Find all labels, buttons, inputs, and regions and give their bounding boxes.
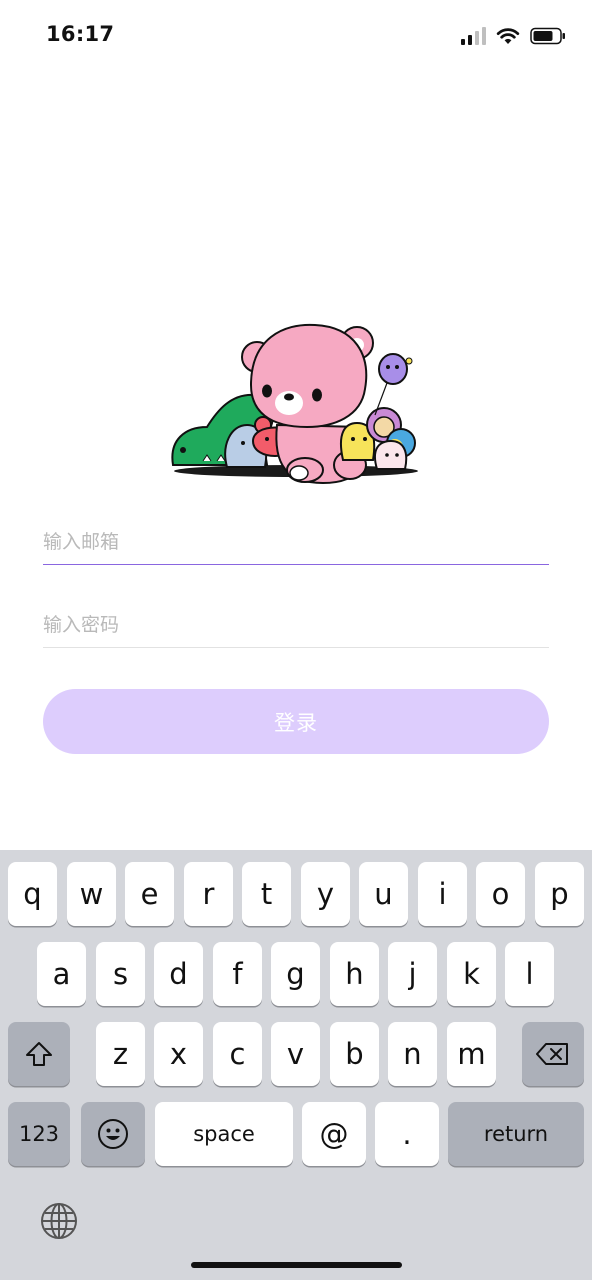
key-e[interactable]: e xyxy=(125,862,174,926)
key-m[interactable]: m xyxy=(447,1022,496,1086)
key-i[interactable]: i xyxy=(418,862,467,926)
key-a[interactable]: a xyxy=(37,942,86,1006)
key-g[interactable]: g xyxy=(271,942,320,1006)
key-x[interactable]: x xyxy=(154,1022,203,1086)
key-n[interactable]: n xyxy=(388,1022,437,1086)
backspace-icon xyxy=(536,1043,568,1065)
battery-icon xyxy=(530,27,565,45)
key-v[interactable]: v xyxy=(271,1022,320,1086)
key-r[interactable]: r xyxy=(184,862,233,926)
globe-icon[interactable] xyxy=(40,1202,78,1240)
key-o[interactable]: o xyxy=(476,862,525,926)
keyboard: q w e r t y u i o p a s d f g h j k l z … xyxy=(0,850,592,1280)
dot-key[interactable]: . xyxy=(375,1102,439,1166)
status-icons xyxy=(461,24,566,48)
key-c[interactable]: c xyxy=(213,1022,262,1086)
wifi-icon xyxy=(496,28,520,44)
status-bar: 16:17 xyxy=(0,0,592,72)
password-field[interactable] xyxy=(43,603,549,647)
home-indicator xyxy=(191,1262,402,1268)
password-field-container xyxy=(43,603,549,648)
key-l[interactable]: l xyxy=(505,942,554,1006)
key-p[interactable]: p xyxy=(535,862,584,926)
key-h[interactable]: h xyxy=(330,942,379,1006)
key-w[interactable]: w xyxy=(67,862,116,926)
login-button[interactable]: 登录 xyxy=(43,689,549,754)
status-time: 16:17 xyxy=(46,22,115,46)
numbers-key[interactable]: 123 xyxy=(8,1102,70,1166)
key-f[interactable]: f xyxy=(213,942,262,1006)
shift-icon xyxy=(26,1042,52,1066)
key-j[interactable]: j xyxy=(388,942,437,1006)
key-z[interactable]: z xyxy=(96,1022,145,1086)
key-y[interactable]: y xyxy=(301,862,350,926)
emoji-key[interactable] xyxy=(81,1102,145,1166)
key-q[interactable]: q xyxy=(8,862,57,926)
delete-key[interactable] xyxy=(522,1022,584,1086)
key-b[interactable]: b xyxy=(330,1022,379,1086)
shift-key[interactable] xyxy=(8,1022,70,1086)
at-key[interactable]: @ xyxy=(302,1102,366,1166)
space-key[interactable]: space xyxy=(155,1102,293,1166)
return-key[interactable]: return xyxy=(448,1102,584,1166)
email-field[interactable] xyxy=(43,520,549,564)
cartoon-characters-icon xyxy=(171,323,418,485)
emoji-icon xyxy=(98,1119,128,1149)
key-u[interactable]: u xyxy=(359,862,408,926)
key-t[interactable]: t xyxy=(242,862,291,926)
key-k[interactable]: k xyxy=(447,942,496,1006)
cellular-signal-icon xyxy=(461,27,486,45)
email-field-container xyxy=(43,520,549,565)
key-d[interactable]: d xyxy=(154,942,203,1006)
key-s[interactable]: s xyxy=(96,942,145,1006)
